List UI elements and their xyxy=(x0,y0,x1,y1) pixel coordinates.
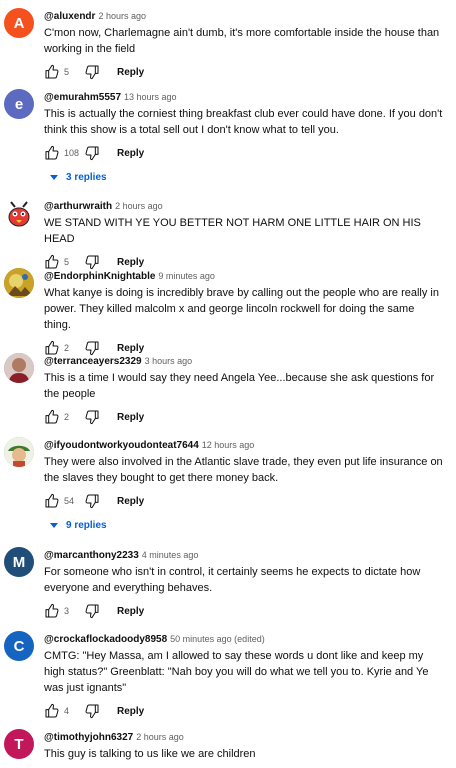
reply-button[interactable]: Reply xyxy=(117,148,144,159)
comment-text: C'mon now, Charlemagne ain't dumb, it's … xyxy=(44,27,440,55)
comment-author[interactable]: @marcanthony2233 xyxy=(44,550,139,561)
avatar-letter: T xyxy=(14,735,24,753)
thumbs-down-icon[interactable] xyxy=(84,145,100,161)
thumbs-up-icon[interactable] xyxy=(44,603,60,619)
like-count: 2 xyxy=(64,343,70,353)
view-replies-button[interactable]: 3 replies xyxy=(44,172,444,183)
avatar[interactable]: e xyxy=(4,89,34,119)
thumbs-up-icon[interactable] xyxy=(44,145,60,161)
avatar[interactable]: M xyxy=(4,547,34,577)
comment-time[interactable]: 50 minutes ago (edited) xyxy=(170,634,265,644)
avatar[interactable]: T xyxy=(4,729,34,759)
comment-time[interactable]: 2 hours ago xyxy=(136,732,184,742)
caret-down-icon xyxy=(50,523,58,528)
thumbs-up-icon[interactable] xyxy=(44,703,60,719)
avatar[interactable]: A xyxy=(4,8,34,38)
comment-time[interactable]: 2 hours ago xyxy=(98,11,146,21)
comment-time[interactable]: 9 minutes ago xyxy=(158,271,215,281)
comment-text: They were also involved in the Atlantic … xyxy=(44,456,443,484)
reply-button[interactable]: Reply xyxy=(117,496,144,507)
thumbs-down-icon[interactable] xyxy=(84,603,100,619)
comment-text: WE STAND WITH YE YOU BETTER NOT HARM ONE… xyxy=(44,217,421,245)
yellow-artwork-avatar[interactable] xyxy=(4,268,34,298)
comment-text: This is a time I would say they need Ang… xyxy=(44,372,435,400)
comment-author[interactable]: @aluxendr xyxy=(44,11,95,22)
like-count: 5 xyxy=(64,257,70,267)
avatar-letter: M xyxy=(12,553,26,571)
comment-time[interactable]: 3 hours ago xyxy=(145,356,193,366)
comment-text: What kanye is doing is incredibly brave … xyxy=(44,287,439,331)
avatar-letter: e xyxy=(14,95,24,113)
thumbs-up-icon[interactable] xyxy=(44,493,60,509)
comment-time[interactable]: 4 minutes ago xyxy=(142,550,199,560)
like-count: 3 xyxy=(64,606,70,616)
view-replies-button[interactable]: 9 replies xyxy=(44,520,444,531)
avatar-letter: A xyxy=(13,14,25,32)
avatar-letter: C xyxy=(13,637,25,655)
replies-label: 3 replies xyxy=(66,172,107,183)
comment-text: CMTG: "Hey Massa, am I allowed to say th… xyxy=(44,650,429,694)
like-count: 2 xyxy=(64,412,70,422)
comments-feed: A @aluxendr 2 hours ago C'mon now, Charle… xyxy=(0,0,456,768)
comment-author[interactable]: @ifyoudontworkyoudonteat7644 xyxy=(44,440,199,451)
reply-button[interactable]: Reply xyxy=(117,67,144,78)
thumbs-down-icon[interactable] xyxy=(84,64,100,80)
comment-text: This is actually the corniest thing brea… xyxy=(44,108,443,136)
thumbs-up-icon[interactable] xyxy=(44,409,60,425)
reply-button[interactable]: Reply xyxy=(117,606,144,617)
reply-button[interactable]: Reply xyxy=(117,412,144,423)
like-count: 4 xyxy=(64,706,70,716)
comment-author[interactable]: @emurahm5557 xyxy=(44,92,121,103)
comment-time[interactable]: 2 hours ago xyxy=(115,201,163,211)
avatar[interactable]: C xyxy=(4,631,34,661)
red-bird-mascot-icon[interactable] xyxy=(4,198,34,228)
like-count: 54 xyxy=(64,496,75,506)
comment-author[interactable]: @arthurwraith xyxy=(44,201,112,212)
thumbs-down-icon[interactable] xyxy=(84,409,100,425)
comment-author[interactable]: @terranceayers2329 xyxy=(44,356,142,367)
comment-text: This guy is talking to us like we are ch… xyxy=(44,748,256,760)
replies-label: 9 replies xyxy=(66,520,107,531)
reply-button[interactable]: Reply xyxy=(117,343,144,354)
like-count: 5 xyxy=(64,67,70,77)
comment-time[interactable]: 13 hours ago xyxy=(124,92,177,102)
thumbs-down-icon[interactable] xyxy=(84,703,100,719)
comment-author[interactable]: @timothyjohn6327 xyxy=(44,732,133,743)
comment-author[interactable]: @crockaflockadoody8958 xyxy=(44,634,167,645)
like-count: 108 xyxy=(64,148,80,158)
comment-author[interactable]: @EndorphinKnightable xyxy=(44,271,155,282)
thumbs-up-icon[interactable] xyxy=(44,64,60,80)
cartoon-avatar[interactable] xyxy=(4,437,34,467)
caret-down-icon xyxy=(50,175,58,180)
comment-time[interactable]: 12 hours ago xyxy=(202,440,255,450)
reply-button[interactable]: Reply xyxy=(117,706,144,717)
photo-avatar[interactable] xyxy=(4,353,34,383)
thumbs-down-icon[interactable] xyxy=(84,493,100,509)
reply-button[interactable]: Reply xyxy=(117,257,144,268)
comment-text: For someone who isn't in control, it cer… xyxy=(44,566,421,594)
